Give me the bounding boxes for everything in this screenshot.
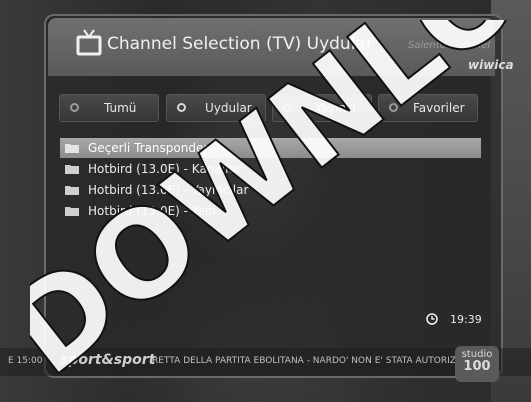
list-item[interactable]: Hotbird (13.0E) - Yayıncılar (60, 180, 481, 200)
clock-icon (426, 313, 438, 325)
tab-tumu[interactable]: Tumü (59, 94, 159, 122)
tab-label: Yayıncı (315, 101, 357, 115)
list-item-label: Hotbird (13.0E) - Kanallar (88, 162, 241, 176)
tab-favoriler[interactable]: Favoriler (378, 94, 478, 122)
list-item-label: Hotbird (13.0E) - Yeni (88, 204, 216, 218)
radio-icon (283, 103, 292, 112)
list-item-label: Geçerli Transponder (88, 141, 209, 155)
tab-uydular[interactable]: Uydular (166, 94, 266, 122)
folder-icon (65, 207, 79, 216)
radio-icon (177, 103, 186, 112)
tv-icon (76, 29, 102, 56)
tab-label: Uydular (205, 101, 252, 115)
studio-logo: studio 100 (455, 346, 499, 382)
radio-icon (70, 103, 79, 112)
ticker-time: E 15:00 (8, 356, 43, 366)
ticker-brand: sport&sport (60, 352, 156, 368)
studio-logo-bottom: 100 (463, 359, 491, 374)
folder-icon (65, 186, 79, 195)
channel-logo-bottom: wiwica (468, 58, 514, 72)
clock-time: 19:39 (450, 313, 482, 326)
folder-icon (65, 165, 79, 174)
list-item[interactable]: Hotbird (13.0E) - Kanallar (60, 159, 481, 179)
ticker-text: RETTA DELLA PARTITA EBOLITANA - NARDO' N… (152, 356, 479, 366)
list-item[interactable]: Hotbird (13.0E) - Yeni (60, 201, 481, 221)
tab-yayinci[interactable]: Yayıncı (272, 94, 372, 122)
folder-icon (65, 144, 79, 153)
channel-logo-top: Salento Channel (408, 40, 491, 51)
radio-icon (389, 103, 398, 112)
tab-label: Tumü (104, 101, 137, 115)
tab-label: Favoriler (413, 101, 465, 115)
list-item-label: Hotbird (13.0E) - Yayıncılar (88, 183, 249, 197)
list-item[interactable]: Geçerli Transponder (60, 138, 481, 158)
page-title: Channel Selection (TV) Uydular (107, 34, 373, 54)
